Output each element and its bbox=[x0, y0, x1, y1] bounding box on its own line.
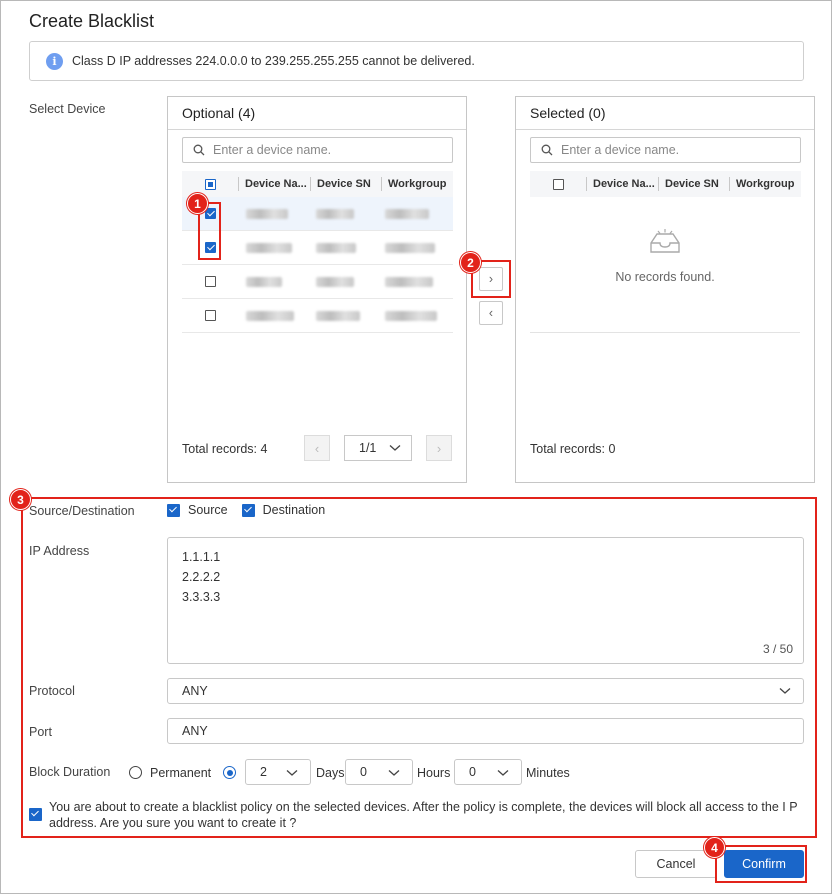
move-left-button[interactable]: ‹ bbox=[479, 301, 503, 325]
cancel-button[interactable]: Cancel bbox=[635, 850, 717, 878]
col-device-sn[interactable]: Device SN bbox=[658, 177, 729, 191]
col-workgroup[interactable]: Workgroup bbox=[729, 177, 799, 191]
select-all-checkbox[interactable] bbox=[204, 178, 216, 190]
device-name-blurred bbox=[246, 242, 292, 253]
search-placeholder: Enter a device name. bbox=[561, 143, 680, 157]
device-sn-blurred bbox=[316, 310, 360, 321]
create-blacklist-dialog: Create Blacklist i Class D IP addresses … bbox=[0, 0, 832, 894]
empty-inbox-icon bbox=[650, 229, 680, 253]
workgroup-blurred bbox=[385, 276, 433, 287]
table-row[interactable] bbox=[182, 265, 453, 299]
annotation-box-4 bbox=[715, 845, 807, 883]
row-checkbox[interactable] bbox=[204, 276, 216, 287]
col-device-name[interactable]: Device Na... bbox=[238, 177, 310, 191]
workgroup-blurred bbox=[385, 208, 429, 219]
optional-total-records: Total records: 4 bbox=[182, 442, 268, 456]
selected-search-input[interactable]: Enter a device name. bbox=[530, 137, 801, 163]
row-checkbox[interactable] bbox=[204, 310, 216, 321]
annotation-marker-2: 2 bbox=[460, 252, 481, 273]
optional-title: Optional (4) bbox=[182, 105, 256, 121]
selected-title: Selected (0) bbox=[530, 105, 606, 121]
device-sn-blurred bbox=[316, 276, 354, 287]
divider bbox=[516, 129, 814, 130]
annotation-marker-3: 3 bbox=[10, 489, 31, 510]
empty-message: No records found. bbox=[615, 270, 715, 284]
divider bbox=[530, 332, 800, 333]
search-icon bbox=[541, 144, 553, 156]
chevron-down-icon bbox=[389, 445, 401, 451]
divider bbox=[168, 129, 466, 130]
device-name-blurred bbox=[246, 310, 294, 321]
device-name-blurred bbox=[246, 208, 288, 219]
col-device-sn[interactable]: Device SN bbox=[310, 177, 381, 191]
notice-banner: i Class D IP addresses 224.0.0.0 to 239.… bbox=[29, 41, 804, 81]
optional-table-header: Device Na... Device SN Workgroup bbox=[182, 171, 453, 197]
search-icon bbox=[193, 144, 205, 156]
table-row[interactable] bbox=[182, 197, 453, 231]
workgroup-blurred bbox=[385, 242, 435, 253]
annotation-box-3 bbox=[21, 497, 817, 838]
select-all-checkbox[interactable] bbox=[552, 178, 564, 190]
col-workgroup[interactable]: Workgroup bbox=[381, 177, 451, 191]
notice-text: Class D IP addresses 224.0.0.0 to 239.25… bbox=[72, 54, 475, 68]
prev-page-button[interactable]: ‹ bbox=[304, 435, 330, 461]
workgroup-blurred bbox=[385, 310, 437, 321]
table-row[interactable] bbox=[182, 231, 453, 265]
selected-panel: Selected (0) Enter a device name. Device… bbox=[515, 96, 815, 483]
selected-table-header: Device Na... Device SN Workgroup bbox=[530, 171, 801, 197]
optional-panel: Optional (4) Enter a device name. Device… bbox=[167, 96, 467, 483]
device-sn-blurred bbox=[316, 208, 354, 219]
page-select[interactable]: 1/1 bbox=[344, 435, 412, 461]
page-value: 1/1 bbox=[359, 441, 377, 455]
optional-search-input[interactable]: Enter a device name. bbox=[182, 137, 453, 163]
device-name-blurred bbox=[246, 276, 282, 287]
dialog-title: Create Blacklist bbox=[29, 11, 155, 31]
search-placeholder: Enter a device name. bbox=[213, 143, 332, 157]
col-device-name[interactable]: Device Na... bbox=[586, 177, 658, 191]
annotation-marker-4: 4 bbox=[704, 837, 725, 858]
next-page-button[interactable]: › bbox=[426, 435, 452, 461]
select-device-label: Select Device bbox=[29, 102, 106, 116]
table-row[interactable] bbox=[182, 299, 453, 333]
selected-total-records: Total records: 0 bbox=[530, 442, 616, 456]
device-sn-blurred bbox=[316, 242, 356, 253]
info-icon: i bbox=[46, 52, 63, 70]
annotation-marker-1: 1 bbox=[187, 193, 208, 214]
